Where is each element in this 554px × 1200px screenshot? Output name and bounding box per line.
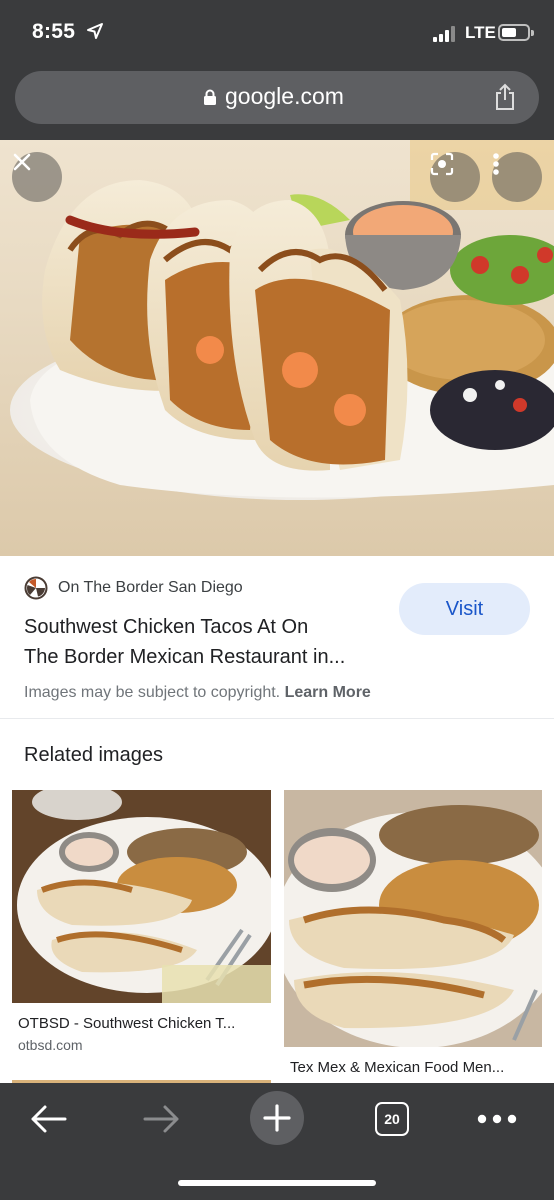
address-bar[interactable]: google.com (15, 71, 539, 124)
related-image-1-picture (12, 790, 271, 1003)
back-button[interactable] (26, 1099, 70, 1139)
tab-switcher-button[interactable]: 20 (370, 1097, 414, 1141)
hero-image[interactable] (0, 140, 554, 556)
plus-icon (263, 1104, 291, 1132)
forward-arrow-icon (143, 1105, 179, 1133)
back-arrow-icon (31, 1105, 67, 1133)
lens-icon (430, 152, 454, 176)
source-name[interactable]: On The Border San Diego (58, 579, 243, 597)
more-vertical-icon (493, 153, 499, 175)
status-time: 8:55 (32, 20, 76, 43)
new-tab-button[interactable] (250, 1091, 304, 1145)
close-icon (13, 153, 31, 171)
location-arrow-icon (87, 23, 103, 39)
copyright-text: Images may be subject to copyright. (24, 684, 281, 701)
result-title-line2: The Border Mexican Restaurant in... (24, 646, 346, 668)
lens-button[interactable] (430, 152, 480, 202)
network-type: LTE (465, 23, 496, 42)
close-button[interactable] (12, 152, 62, 202)
source-row: On The Border San Diego (24, 576, 243, 600)
result-title[interactable]: Southwest Chicken Tacos At On The Border… (24, 612, 384, 672)
related-site-1: otbsd.com (18, 1037, 83, 1053)
home-indicator[interactable] (178, 1180, 376, 1186)
share-icon[interactable] (493, 83, 517, 111)
copyright-notice: Images may be subject to copyright. Lear… (24, 684, 371, 702)
site-logo-icon (24, 576, 48, 600)
visit-button[interactable]: Visit (399, 583, 530, 635)
related-caption-1[interactable]: OTBSD - Southwest Chicken T... (18, 1015, 271, 1032)
url-text: google.com (225, 83, 344, 109)
learn-more-link[interactable]: Learn More (285, 684, 371, 701)
more-options-button[interactable] (492, 152, 542, 202)
related-caption-2[interactable]: Tex Mex & Mexican Food Men... (290, 1059, 540, 1076)
divider (0, 718, 554, 719)
result-title-line1: Southwest Chicken Tacos At On (24, 616, 309, 638)
related-image-2-picture (284, 790, 542, 1047)
forward-button[interactable] (140, 1099, 184, 1139)
browser-header: 8:55 LTE google.com (0, 0, 554, 140)
signal-icon (433, 26, 459, 42)
more-horizontal-icon (477, 1114, 517, 1124)
battery-icon (498, 24, 534, 41)
tab-count: 20 (375, 1102, 409, 1136)
related-images-heading: Related images (24, 744, 163, 766)
lock-icon (204, 89, 216, 105)
tacos-plate-image (10, 140, 554, 500)
menu-button[interactable] (472, 1099, 522, 1139)
related-image-2[interactable] (284, 790, 542, 1047)
related-image-1[interactable] (12, 790, 271, 1003)
